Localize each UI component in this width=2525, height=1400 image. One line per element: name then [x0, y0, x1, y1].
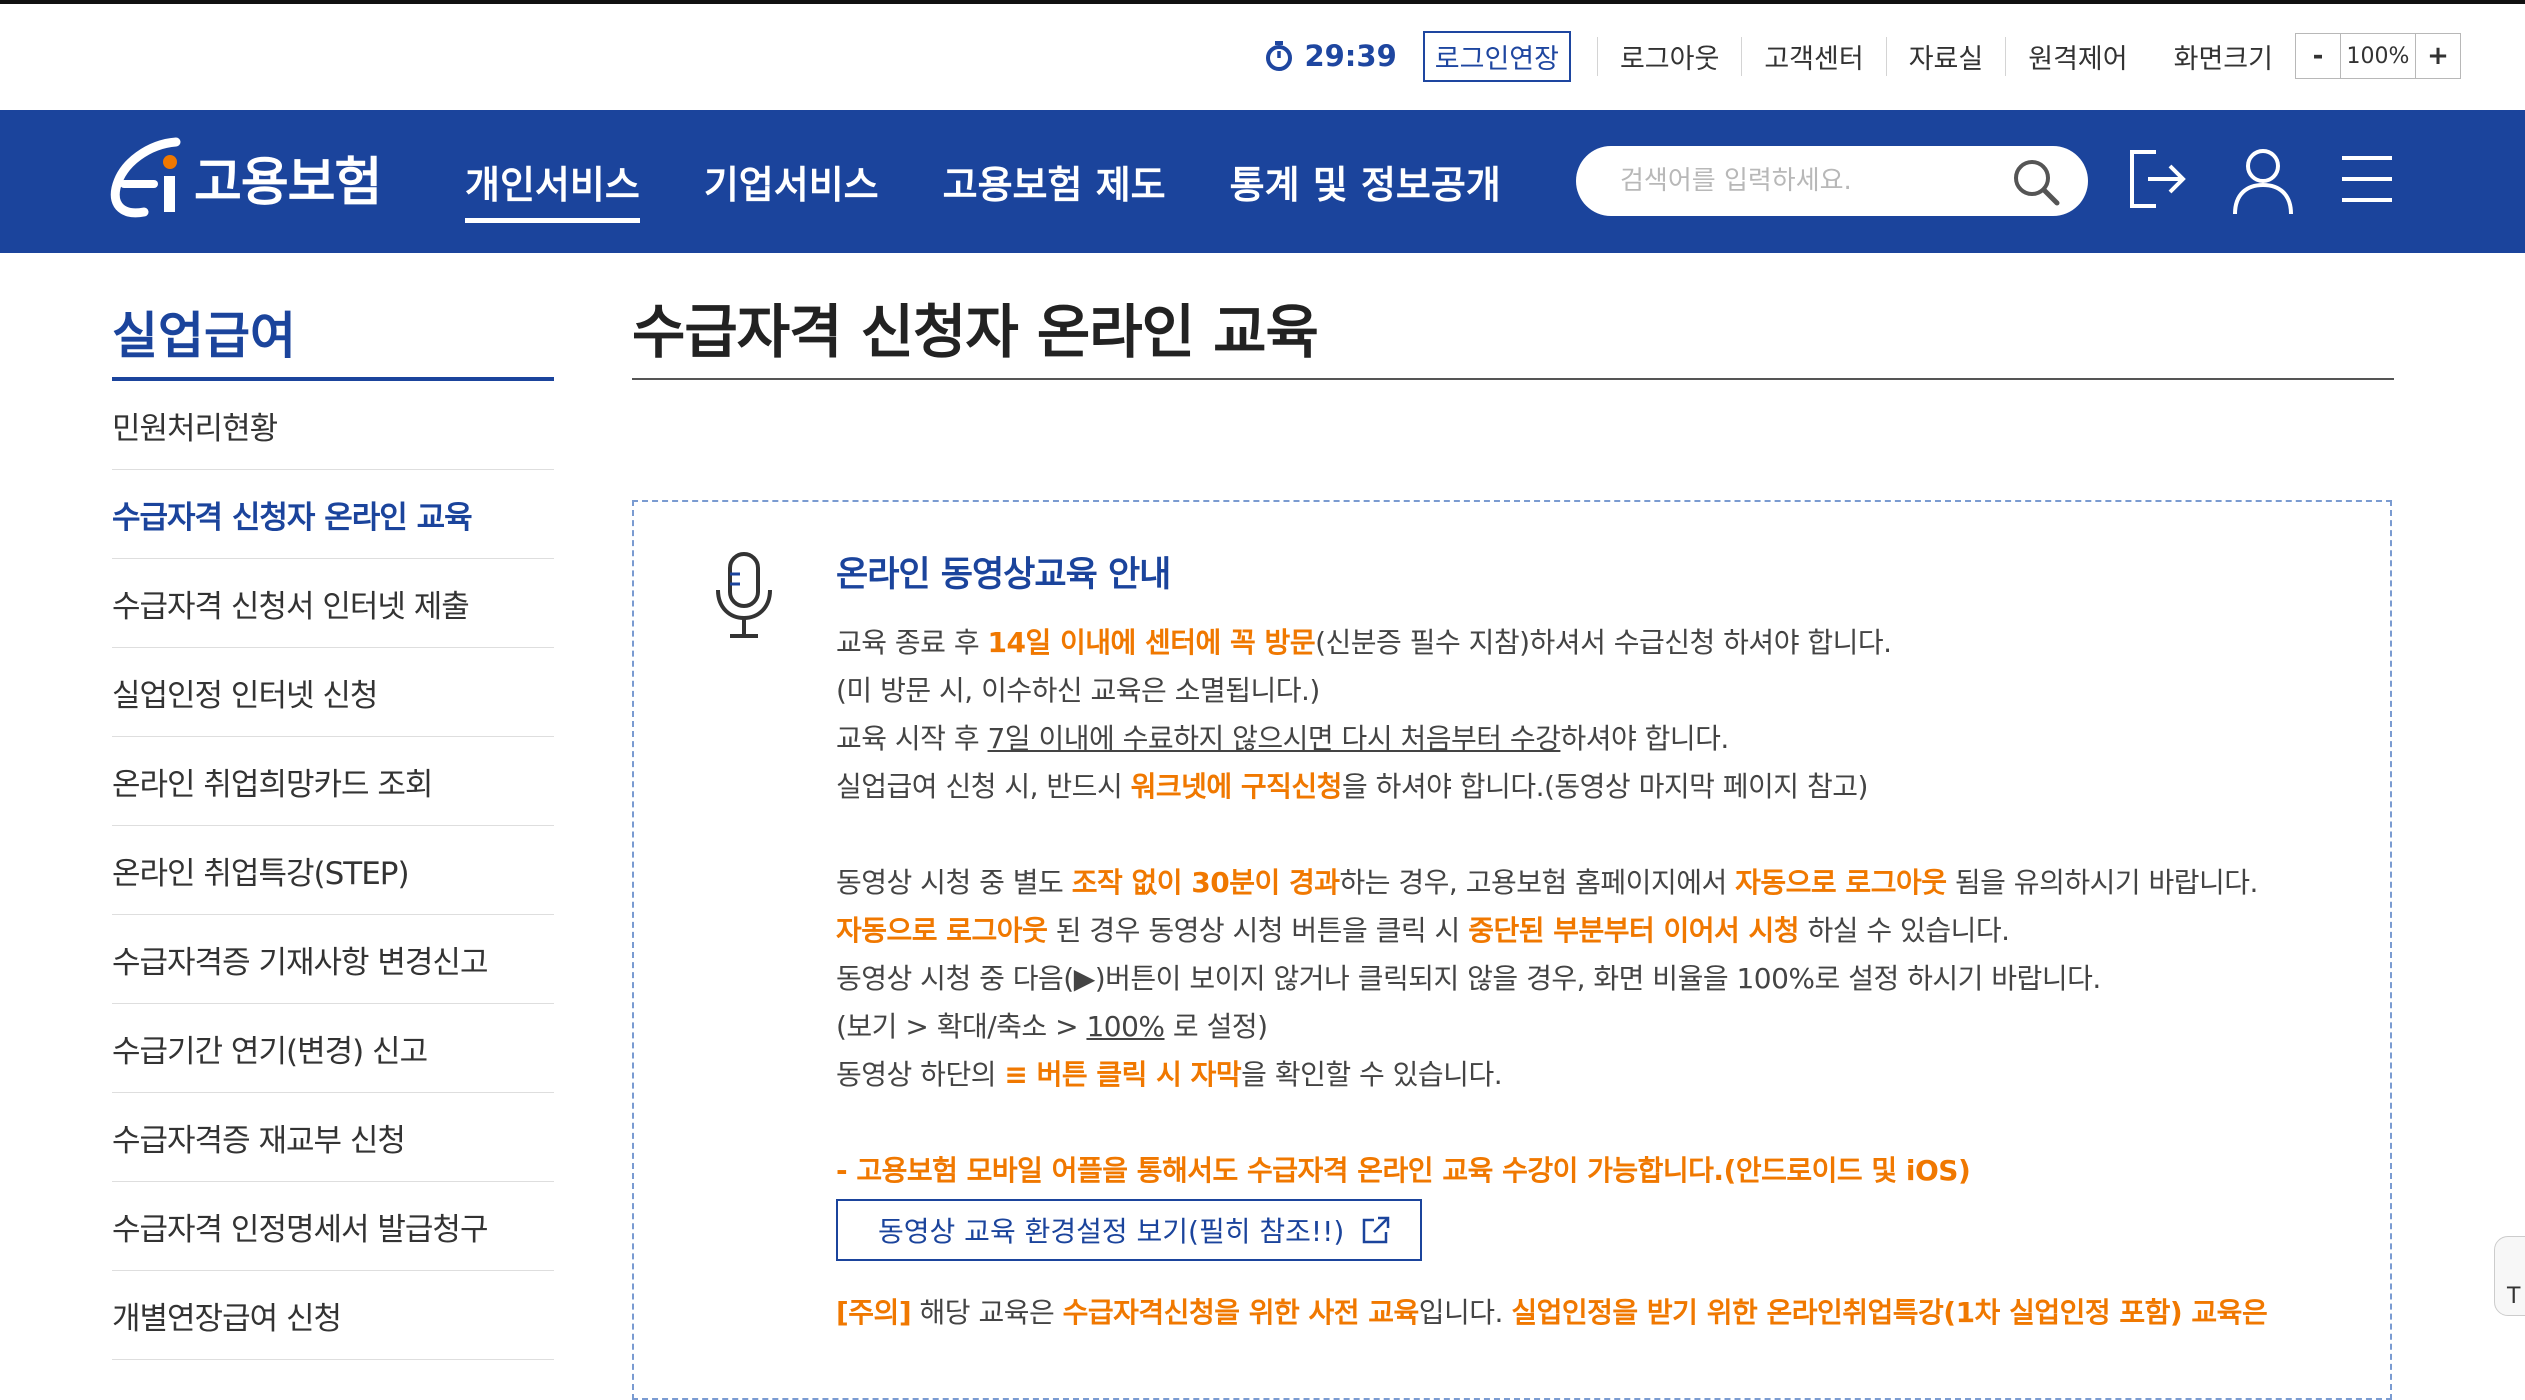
- highlight-text: 14일 이내에 센터에 꼭 방문: [987, 626, 1316, 659]
- nav-statistics[interactable]: 통계 및 정보공개: [1230, 146, 1501, 217]
- nav-insurance-system[interactable]: 고용보험 제도: [943, 146, 1166, 217]
- sidebar-item-change-report[interactable]: 수급자격증 기재사항 변경신고: [112, 915, 554, 1004]
- search-icon[interactable]: [2010, 156, 2062, 208]
- caution-note: [주의] 해당 교육은 수급자격신청을 위한 사전 교육입니다. 실업인정을 받…: [836, 1289, 2350, 1337]
- notice-line-next-button: 동영상 시청 중 다음(▶)버튼이 보이지 않거나 클릭되지 않을 경우, 화면…: [836, 962, 2101, 995]
- sidebar-item-individual-extension[interactable]: 개별연장급여 신청: [112, 1271, 554, 1360]
- sidebar-item-online-education[interactable]: 수급자격 신청자 온라인 교육: [112, 470, 554, 559]
- sidebar-item-internet-submission[interactable]: 수급자격 신청서 인터넷 제출: [112, 559, 554, 648]
- caution-label: [주의]: [836, 1296, 912, 1329]
- sidebar-item-reissue[interactable]: 수급자격증 재교부 신청: [112, 1093, 554, 1182]
- highlight-text: 조작 없이 30분이 경과: [1071, 866, 1340, 899]
- customer-center-link[interactable]: 고객센터: [1741, 36, 1885, 76]
- logout-link[interactable]: 로그아웃: [1596, 36, 1741, 76]
- window-top-edge: [0, 0, 2525, 4]
- nav-personal-services[interactable]: 개인서비스: [465, 146, 640, 223]
- external-link-icon: [1363, 1216, 1390, 1244]
- session-timer: 29:39: [1264, 39, 1397, 73]
- text: 을 확인할 수 있습니다.: [1241, 1058, 1503, 1091]
- text: 하실 수 있습니다.: [1799, 914, 2010, 947]
- sidebar-menu: 민원처리현황 수급자격 신청자 온라인 교육 수급자격 신청서 인터넷 제출 실…: [112, 381, 554, 1360]
- sidebar-item-application-status[interactable]: 민원처리현황: [112, 381, 554, 470]
- user-icon[interactable]: [2230, 146, 2296, 216]
- sidebar-item-job-card[interactable]: 온라인 취업희망카드 조회: [112, 737, 554, 826]
- mobile-app-note: - 고용보험 모바일 어플을 통해서도 수급자격 온라인 교육 수강이 가능합니…: [836, 1154, 1971, 1187]
- search-box: [1576, 146, 2088, 216]
- underlined-text: 100%: [1086, 1010, 1165, 1043]
- notice-line-expire: (미 방문 시, 이수하신 교육은 소멸됩니다.): [836, 674, 1320, 707]
- text: 하셔야 합니다.: [1560, 722, 1729, 755]
- archive-link[interactable]: 자료실: [1885, 36, 2006, 76]
- highlight-text: 수급자격신청을 위한 사전 교육: [1062, 1296, 1420, 1329]
- highlight-text: 중단된 부분부터 이어서 시청: [1468, 914, 1800, 947]
- text: (보기 > 확대/축소 >: [836, 1010, 1087, 1043]
- logo-text: 고용보험: [194, 152, 382, 213]
- text: 로 설정): [1164, 1010, 1268, 1043]
- stopwatch-icon: [1266, 41, 1293, 71]
- sidebar-title: 실업급여: [112, 307, 296, 365]
- sidebar-item-unemployment-recognition[interactable]: 실업인정 인터넷 신청: [112, 648, 554, 737]
- logout-icon[interactable]: [2126, 146, 2188, 212]
- timer-value: 29:39: [1304, 39, 1397, 73]
- notice-line-7days: 교육 시작 후 7일 이내에 수료하지 않으시면 다시 처음부터 수강하셔야 합…: [836, 715, 2350, 763]
- text: 교육 종료 후: [836, 626, 988, 659]
- text: (신분증 필수 지참)하셔서 수급신청 하셔야 합니다.: [1315, 626, 1892, 659]
- utility-bar: 29:39 로그인연장 로그아웃 고객센터 자료실 원격제어 화면크기 - 10…: [1264, 30, 2461, 82]
- notice-line-subtitle: 동영상 하단의 ≡ 버튼 클릭 시 자막을 확인할 수 있습니다.: [836, 1051, 2350, 1099]
- scroll-top-button[interactable]: T: [2494, 1236, 2525, 1316]
- notice-line-auto-logout: 동영상 시청 중 별도 조작 없이 30분이 경과하는 경우, 고용보험 홈페이…: [836, 859, 2350, 907]
- zoom-out-button[interactable]: -: [2296, 34, 2340, 78]
- highlight-text: ≡ 버튼 클릭 시 자막: [1004, 1058, 1242, 1091]
- underlined-text: 7일 이내에 수료하지 않으시면 다시 처음부터 수강: [987, 722, 1561, 755]
- zoom-control: - 100% +: [2295, 33, 2461, 79]
- nav-corporate-services[interactable]: 기업서비스: [704, 146, 879, 217]
- highlight-text: 실업인정을 받기 위한 온라인취업특강(1차 실업인정 포함) 교육은: [1511, 1296, 2268, 1329]
- zoom-in-button[interactable]: +: [2416, 34, 2460, 78]
- page-title-rule: [632, 378, 2394, 380]
- notice-body: 온라인 동영상교육 안내 교육 종료 후 14일 이내에 센터에 꼭 방문(신분…: [836, 546, 2350, 1337]
- text: 을 하셔야 합니다.(동영상 마지막 페이지 참고): [1341, 770, 1868, 803]
- main-header: 고용보험 개인서비스 기업서비스 고용보험 제도 통계 및 정보공개: [0, 110, 2525, 253]
- text: 하는 경우, 고용보험 홈페이지에서: [1339, 866, 1736, 899]
- main-nav: 개인서비스 기업서비스 고용보험 제도 통계 및 정보공개: [465, 110, 1565, 253]
- education-notice-box: 온라인 동영상교육 안내 교육 종료 후 14일 이내에 센터에 꼭 방문(신분…: [632, 500, 2392, 1400]
- video-settings-label: 동영상 교육 환경설정 보기(필히 참조!!): [878, 1215, 1345, 1248]
- video-settings-button[interactable]: 동영상 교육 환경설정 보기(필히 참조!!): [836, 1199, 1423, 1261]
- login-extend-button[interactable]: 로그인연장: [1422, 30, 1571, 82]
- highlight-text: 워크넷에 구직신청: [1130, 770, 1343, 803]
- sidebar-item-period-extension[interactable]: 수급기간 연기(변경) 신고: [112, 1004, 554, 1093]
- notice-line-resume: 자동으로 로그아웃 된 경우 동영상 시청 버튼을 클릭 시 중단된 부분부터 …: [836, 907, 2350, 955]
- microphone-icon: [716, 552, 772, 638]
- text: 실업급여 신청 시, 반드시: [836, 770, 1131, 803]
- text: 교육 시작 후: [836, 722, 988, 755]
- search-input[interactable]: [1618, 165, 2002, 197]
- text: 입니다.: [1418, 1296, 1512, 1329]
- sidebar-item-certificate[interactable]: 수급자격 인정명세서 발급청구: [112, 1182, 554, 1271]
- menu-icon[interactable]: [2340, 154, 2394, 204]
- notice-line-visit: 교육 종료 후 14일 이내에 센터에 꼭 방문(신분증 필수 지참)하셔서 수…: [836, 619, 2350, 667]
- notice-heading: 온라인 동영상교육 안내: [836, 555, 1171, 595]
- page-title: 수급자격 신청자 온라인 교육: [632, 298, 1319, 366]
- site-logo[interactable]: 고용보험: [110, 132, 382, 222]
- ei-logo-icon: [110, 137, 181, 218]
- scroll-top-label: T: [2507, 1284, 2521, 1309]
- highlight-text: 자동으로 로그아웃: [1735, 866, 1947, 899]
- text: 된 경우 동영상 시청 버튼을 클릭 시: [1047, 914, 1469, 947]
- text: 됨을 유의하시기 바랍니다.: [1946, 866, 2259, 899]
- zoom-value: 100%: [2340, 34, 2416, 78]
- notice-line-zoom-setting: (보기 > 확대/축소 > 100% 로 설정): [836, 1003, 2350, 1051]
- text: 동영상 시청 중 별도: [836, 866, 1072, 899]
- text: 해당 교육은: [911, 1296, 1063, 1329]
- notice-line-worknet: 실업급여 신청 시, 반드시 워크넷에 구직신청을 하셔야 합니다.(동영상 마…: [836, 763, 2350, 811]
- text: 동영상 하단의: [836, 1058, 1005, 1091]
- sidebar-item-step[interactable]: 온라인 취업특강(STEP): [112, 826, 554, 915]
- zoom-label: 화면크기: [2173, 43, 2273, 75]
- highlight-text: 자동으로 로그아웃: [836, 914, 1048, 947]
- remote-control-link[interactable]: 원격제어: [2005, 36, 2149, 76]
